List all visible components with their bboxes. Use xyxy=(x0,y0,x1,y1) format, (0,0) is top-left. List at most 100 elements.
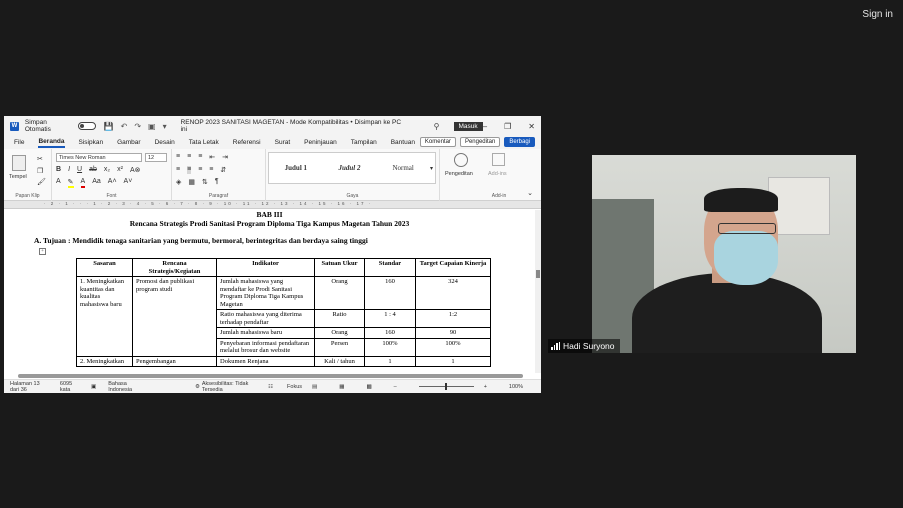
video-person-glasses xyxy=(718,223,776,234)
shrink-font-icon[interactable]: A˅ xyxy=(124,178,133,188)
document-area[interactable]: BAB III Rencana Strategis Prodi Sanitasi… xyxy=(4,210,535,373)
tab-peninjauan[interactable]: Peninjauan xyxy=(304,139,337,146)
bold-icon[interactable]: B xyxy=(56,166,61,174)
bullets-icon[interactable]: ≡ xyxy=(176,153,180,161)
accessibility-status[interactable]: Aksesibilitas: Tidak Tersedia xyxy=(202,381,256,393)
collapse-ribbon-icon[interactable]: ⌄ xyxy=(527,189,533,197)
editing-label[interactable]: Pengeditan xyxy=(445,171,473,177)
tab-file[interactable]: File xyxy=(14,139,24,146)
redo-icon[interactable]: ↷ xyxy=(134,122,141,131)
tab-tata-letak[interactable]: Tata Letak xyxy=(189,139,219,146)
page-count[interactable]: Halaman 13 dari 36 xyxy=(10,381,48,393)
borders-icon[interactable]: ▦ xyxy=(188,178,195,186)
paste-label[interactable]: Tempel xyxy=(9,174,27,180)
align-right-icon[interactable]: ≡ xyxy=(198,166,202,174)
table-row: 2. Meningkatkan Pengembangan Dokumen Ren… xyxy=(76,355,491,367)
word-logo-icon: W xyxy=(10,121,19,131)
ruler[interactable]: · 2 · 1 · · · 1 · 2 · 3 · 4 · 5 · 6 · 7 … xyxy=(4,201,541,209)
sign-in-word-button[interactable]: Masuk xyxy=(453,121,483,131)
comment-button[interactable]: Komentar xyxy=(419,137,456,147)
search-icon[interactable]: ⚲ xyxy=(434,122,440,131)
increase-indent-icon[interactable]: ⇥ xyxy=(222,153,228,161)
addins-label[interactable]: Add-ins xyxy=(488,171,507,177)
proofing-icon[interactable]: ▣ xyxy=(91,384,96,390)
tab-gambar[interactable]: Gambar xyxy=(117,139,140,146)
underline-icon[interactable]: U xyxy=(77,166,82,174)
decrease-indent-icon[interactable]: ⇤ xyxy=(209,153,215,161)
tab-surat[interactable]: Surat xyxy=(275,139,291,146)
addin-group-label: Add-in xyxy=(491,193,507,199)
header-rencana: Rencana Strategis/Kegiatan xyxy=(132,258,217,277)
tab-beranda[interactable]: Beranda xyxy=(38,138,65,148)
accessibility-icon[interactable]: ⚙ xyxy=(195,384,200,390)
zoom-out-icon[interactable]: – xyxy=(394,384,397,390)
tab-referensi[interactable]: Referensi xyxy=(233,139,261,146)
align-left-icon[interactable]: ≡ xyxy=(176,166,180,174)
word-count[interactable]: 6095 kata xyxy=(60,381,79,393)
standar-cell: 1 : 4 xyxy=(364,309,416,328)
satuan-cell: Orang xyxy=(314,327,365,339)
customize-icon[interactable]: ▾ xyxy=(163,122,167,131)
sasaran-cell: 2. Meningkatkan xyxy=(76,355,133,367)
tab-bantuan[interactable]: Bantuan xyxy=(391,139,415,146)
minimize-icon[interactable]: – xyxy=(483,122,487,131)
strikethrough-icon[interactable]: ab xyxy=(89,166,97,174)
font-size-select[interactable]: 12 xyxy=(145,153,167,162)
participant-video-tile[interactable] xyxy=(592,155,856,353)
kegiatan-cell: Pengembangan xyxy=(132,355,217,367)
align-center-icon[interactable]: ≡ xyxy=(187,166,192,174)
grow-font-icon[interactable]: A˄ xyxy=(108,178,117,188)
zoom-level[interactable]: 100% xyxy=(509,384,523,390)
sign-in-button[interactable]: Sign in xyxy=(862,9,893,20)
table-move-handle-icon[interactable]: + xyxy=(39,248,46,255)
justify-icon[interactable]: ≡ xyxy=(209,166,213,174)
line-spacing-icon[interactable]: ⇵ xyxy=(220,166,226,174)
font-group-label: Font xyxy=(106,193,117,199)
layout-icon[interactable]: ▣ xyxy=(148,122,156,131)
numbering-icon[interactable]: ≡ xyxy=(187,153,191,161)
tab-sisipkan[interactable]: Sisipkan xyxy=(79,139,104,146)
autosave-toggle[interactable] xyxy=(77,122,96,130)
cut-icon[interactable]: ✂ xyxy=(37,155,43,163)
clear-format-icon[interactable]: A⊗ xyxy=(130,166,141,174)
find-icon[interactable] xyxy=(454,153,468,167)
indikator-cell: Jumlah mahasiswa yang mendaftar ke Prodi… xyxy=(216,276,315,310)
font-color-icon[interactable]: A xyxy=(80,178,86,188)
zoom-in-icon[interactable]: + xyxy=(484,384,487,390)
highlight-icon[interactable]: ✎ xyxy=(67,178,74,188)
tab-tampilan[interactable]: Tampilan xyxy=(351,139,377,146)
sort-icon[interactable]: ⇅ xyxy=(202,178,208,186)
format-painter-icon[interactable]: 🖌 xyxy=(37,178,46,186)
share-button[interactable]: Berbagi xyxy=(504,137,535,147)
undo-icon[interactable]: ↶ xyxy=(121,122,128,131)
show-marks-icon[interactable]: ¶ xyxy=(215,178,219,186)
multilevel-list-icon[interactable]: ≡ xyxy=(198,153,202,161)
text-effects-icon[interactable]: A xyxy=(56,178,61,188)
vertical-scroll-thumb[interactable] xyxy=(536,270,540,278)
addins-icon[interactable] xyxy=(492,153,505,166)
restore-icon[interactable]: ❐ xyxy=(504,122,511,131)
read-mode-icon[interactable]: ▤ xyxy=(312,384,317,390)
save-icon[interactable]: 💾 xyxy=(104,122,114,131)
focus-label[interactable]: Fokus xyxy=(287,384,302,390)
document-title[interactable]: RENOP 2023 SANITASI MAGETAN - Mode Kompa… xyxy=(181,119,406,133)
change-case-icon[interactable]: Aa xyxy=(92,178,101,188)
horizontal-scroll-thumb[interactable] xyxy=(18,374,523,378)
satuan-cell: Orang xyxy=(314,276,365,310)
vertical-scrollbar[interactable] xyxy=(535,210,541,373)
close-icon[interactable]: ✕ xyxy=(528,122,535,131)
focus-icon[interactable]: ☷ xyxy=(268,384,273,390)
web-layout-icon[interactable]: ▩ xyxy=(366,384,371,390)
copy-icon[interactable]: ❐ xyxy=(37,167,43,175)
superscript-icon[interactable]: x² xyxy=(117,166,123,174)
paste-icon[interactable] xyxy=(12,155,26,171)
language[interactable]: Bahasa Indonesia xyxy=(108,381,143,393)
editing-mode-button[interactable]: Pengeditan xyxy=(459,137,501,147)
font-name-select[interactable]: Times New Roman xyxy=(56,153,142,162)
print-layout-icon[interactable]: ▦ xyxy=(339,384,344,390)
tab-desain[interactable]: Desain xyxy=(155,139,175,146)
subscript-icon[interactable]: x₂ xyxy=(104,166,110,174)
italic-icon[interactable]: I xyxy=(68,166,70,174)
zoom-slider[interactable] xyxy=(418,383,474,390)
shading-icon[interactable]: ◈ xyxy=(176,178,181,186)
